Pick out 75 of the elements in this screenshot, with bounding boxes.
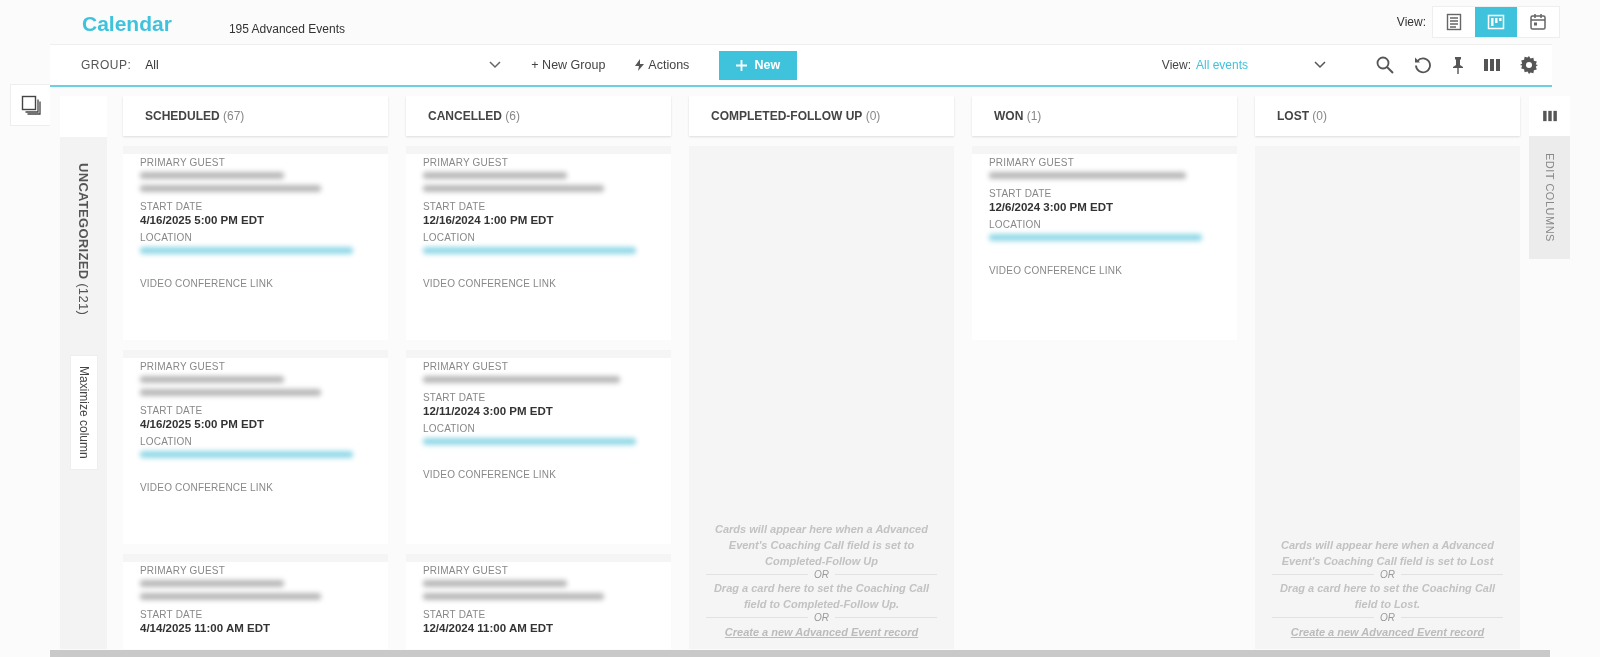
column-title: WON (1): [994, 109, 1042, 123]
start-date-value: 4/14/2025 11:00 AM EDT: [140, 622, 271, 634]
start-date-value: 4/16/2025 5:00 PM EDT: [140, 214, 265, 226]
stacked-pages-icon: [20, 95, 41, 115]
field-label: START DATE: [140, 405, 204, 416]
actions-button[interactable]: Actions: [635, 58, 690, 72]
columns-icon[interactable]: [1484, 58, 1500, 72]
field-label: LOCATION: [989, 219, 1042, 230]
event-card[interactable]: PRIMARY GUEST START DATE 12/11/2024 3:00 PM EDT LOCATION VIDEO CONFERENCE LINK: [406, 350, 671, 544]
maximize-column-button[interactable]: Maximize column: [69, 355, 98, 470]
field-label: LOCATION: [140, 436, 193, 447]
lightning-icon: [635, 59, 645, 71]
event-card[interactable]: PRIMARY GUEST START DATE 12/6/2024 3:00 PM EDT LOCATION VIDEO CONFERENCE LINK: [972, 146, 1237, 340]
column-title: COMPLETED-FOLLOW UP (0): [711, 109, 881, 123]
field-label: START DATE: [423, 609, 487, 620]
stack-toggle-button[interactable]: [10, 84, 50, 126]
field-label: VIDEO CONFERENCE LINK: [989, 265, 1124, 276]
field-label: PRIMARY GUEST: [140, 361, 227, 372]
field-label: PRIMARY GUEST: [989, 157, 1076, 168]
columns-icon: [1542, 110, 1557, 122]
field-label: START DATE: [140, 201, 204, 212]
field-label: LOCATION: [423, 232, 476, 243]
field-label: START DATE: [989, 188, 1053, 199]
field-label: PRIMARY GUEST: [140, 157, 227, 168]
settings-icon[interactable]: [1520, 56, 1538, 74]
field-label: START DATE: [423, 201, 487, 212]
group-select[interactable]: All: [145, 58, 502, 72]
field-label: LOCATION: [423, 423, 476, 434]
field-label: VIDEO CONFERENCE LINK: [140, 278, 275, 289]
event-card[interactable]: PRIMARY GUEST START DATE 4/16/2025 5:00 PM EDT LOCATION VIDEO CONFERENCE LINK: [123, 350, 388, 544]
field-label: PRIMARY GUEST: [423, 361, 510, 372]
field-label: START DATE: [423, 392, 487, 403]
or-separator: OR: [1380, 612, 1395, 623]
field-label: START DATE: [140, 609, 204, 620]
field-label: VIDEO CONFERENCE LINK: [140, 482, 275, 493]
field-label: LOCATION: [140, 232, 193, 243]
board-icon: [1487, 13, 1505, 31]
or-separator: OR: [814, 612, 829, 623]
search-icon[interactable]: [1376, 56, 1394, 74]
field-label: PRIMARY GUEST: [140, 565, 227, 576]
event-card[interactable]: PRIMARY GUEST START DATE 4/14/2025 11:00 AM EDT: [123, 554, 388, 649]
event-card[interactable]: PRIMARY GUEST START DATE 12/4/2024 11:00 AM EDT: [406, 554, 671, 649]
start-date-value: 12/4/2024 11:00 AM EDT: [423, 622, 554, 634]
start-date-value: 12/11/2024 3:00 PM EDT: [423, 405, 554, 417]
field-label: PRIMARY GUEST: [423, 157, 510, 168]
pin-icon[interactable]: [1452, 56, 1464, 74]
lane-title: UNCATEGORIZED (121): [76, 163, 91, 316]
chevron-down-icon: [1314, 61, 1326, 69]
start-date-value: 12/16/2024 1:00 PM EDT: [423, 214, 555, 226]
record-count: 195 Advanced Events: [228, 22, 345, 36]
view-label: View:: [1396, 15, 1426, 29]
horizontal-scrollbar[interactable]: [50, 650, 1550, 657]
field-label: VIDEO CONFERENCE LINK: [423, 278, 558, 289]
plus-icon: [736, 59, 748, 71]
event-card[interactable]: PRIMARY GUEST START DATE 4/16/2025 5:00 PM EDT LOCATION VIDEO CONFERENCE LINK: [123, 146, 388, 340]
calendar-icon: [1529, 13, 1547, 31]
page-title: Calendar: [82, 12, 172, 36]
field-label: PRIMARY GUEST: [423, 565, 510, 576]
column-title: CANCELLED (6): [428, 109, 520, 123]
start-date-value: 4/16/2025 5:00 PM EDT: [140, 418, 265, 430]
view-toggle-button[interactable]: [1475, 7, 1517, 37]
column-title: LOST (0): [1277, 109, 1327, 123]
field-label: VIDEO CONFERENCE LINK: [423, 469, 558, 480]
group-label: GROUP:: [81, 58, 132, 72]
event-card[interactable]: PRIMARY GUEST START DATE 12/16/2024 1:00 PM EDT LOCATION VIDEO CONFERENCE LINK: [406, 146, 671, 340]
or-separator: OR: [814, 569, 829, 580]
refresh-icon[interactable]: [1414, 56, 1432, 74]
chevron-down-icon: [489, 61, 502, 69]
or-separator: OR: [1380, 569, 1395, 580]
list-icon: [1445, 13, 1463, 31]
new-group-button[interactable]: + New Group: [531, 58, 606, 72]
columns-button[interactable]: [1529, 96, 1570, 136]
view-label: View:: [1161, 58, 1191, 72]
column-title: SCHEDULED (67): [145, 109, 245, 123]
start-date-value: 12/6/2024 3:00 PM EDT: [989, 201, 1114, 213]
